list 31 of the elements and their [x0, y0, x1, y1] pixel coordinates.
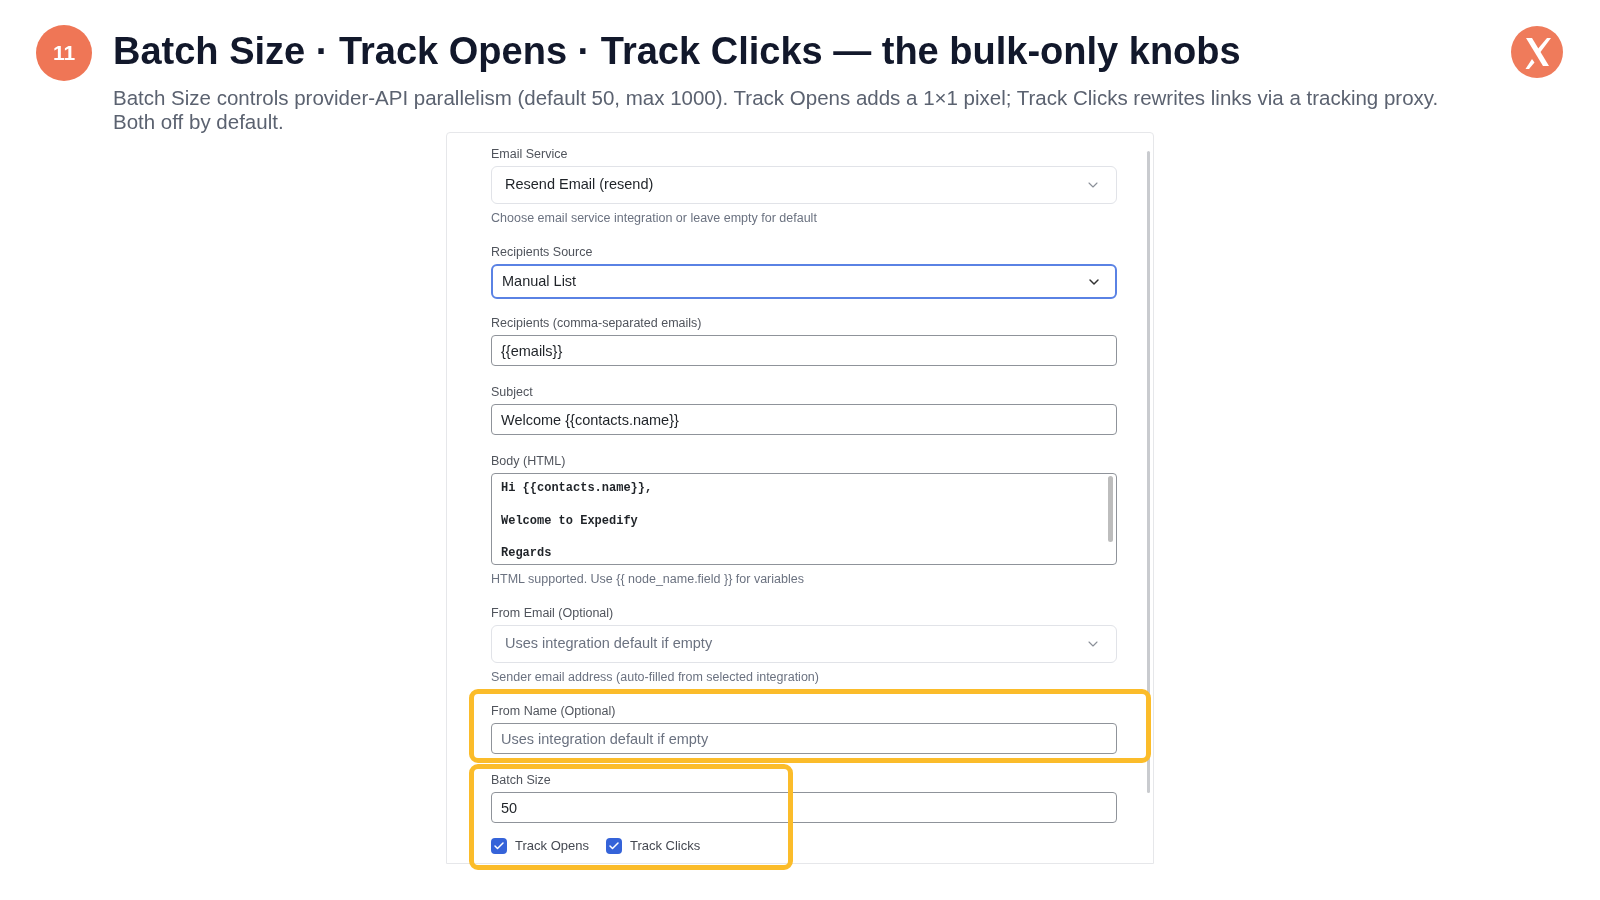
- field-label: Email Service: [491, 146, 569, 162]
- check-icon: [607, 839, 620, 852]
- field-label: Subject: [491, 384, 534, 400]
- checkbox-label[interactable]: Track Clicks: [629, 836, 701, 856]
- select-field[interactable]: Resend Email (resend): [491, 166, 1117, 204]
- field-label: From Name (Optional): [491, 703, 617, 719]
- checkbox[interactable]: [605, 837, 622, 854]
- select-field[interactable]: Manual List: [491, 264, 1117, 299]
- checkbox[interactable]: [491, 837, 507, 854]
- text-input[interactable]: Welcome {{contacts.name}}: [491, 404, 1117, 435]
- field-label: Body (HTML): [491, 453, 567, 469]
- logo-icon: [1511, 26, 1563, 78]
- helper-text: Sender email address (auto-filled from selected integration): [491, 669, 820, 685]
- checkbox-label[interactable]: Track Opens: [515, 836, 589, 856]
- scrollbar[interactable]: [1108, 476, 1113, 542]
- helper-text: Choose email service integration or leave empty for default: [491, 210, 818, 226]
- text-input[interactable]: 50: [491, 792, 1117, 823]
- slide-subtitle: Batch Size controls provider-API parallelism (default 50, max 1000). Track Opens adds a 1×1 pixel; Track Clicks rewrites links via a tracking proxy. Both off by default.: [113, 86, 1440, 134]
- select-field[interactable]: Uses integration default if empty: [491, 625, 1117, 663]
- field-label: Recipients Source: [491, 244, 594, 260]
- field-label: Batch Size: [491, 772, 552, 788]
- text-input[interactable]: Uses integration default if empty: [491, 723, 1117, 754]
- scrollbar[interactable]: [1147, 151, 1150, 793]
- helper-text: HTML supported. Use {{ node_name.field }} for variables: [491, 571, 805, 587]
- step-number-badge: 11: [36, 25, 92, 81]
- field-label: Recipients (comma-separated emails): [491, 315, 703, 331]
- text-input[interactable]: {{emails}}: [491, 335, 1117, 366]
- check-icon: [493, 839, 505, 852]
- field-label: From Email (Optional): [491, 605, 615, 621]
- body-textarea[interactable]: Hi {{contacts.name}}, Welcome to Expedify Regards: [491, 473, 1117, 565]
- slide-title: Batch Size · Track Opens · Track Clicks — the bulk-only knobs: [113, 29, 1242, 74]
